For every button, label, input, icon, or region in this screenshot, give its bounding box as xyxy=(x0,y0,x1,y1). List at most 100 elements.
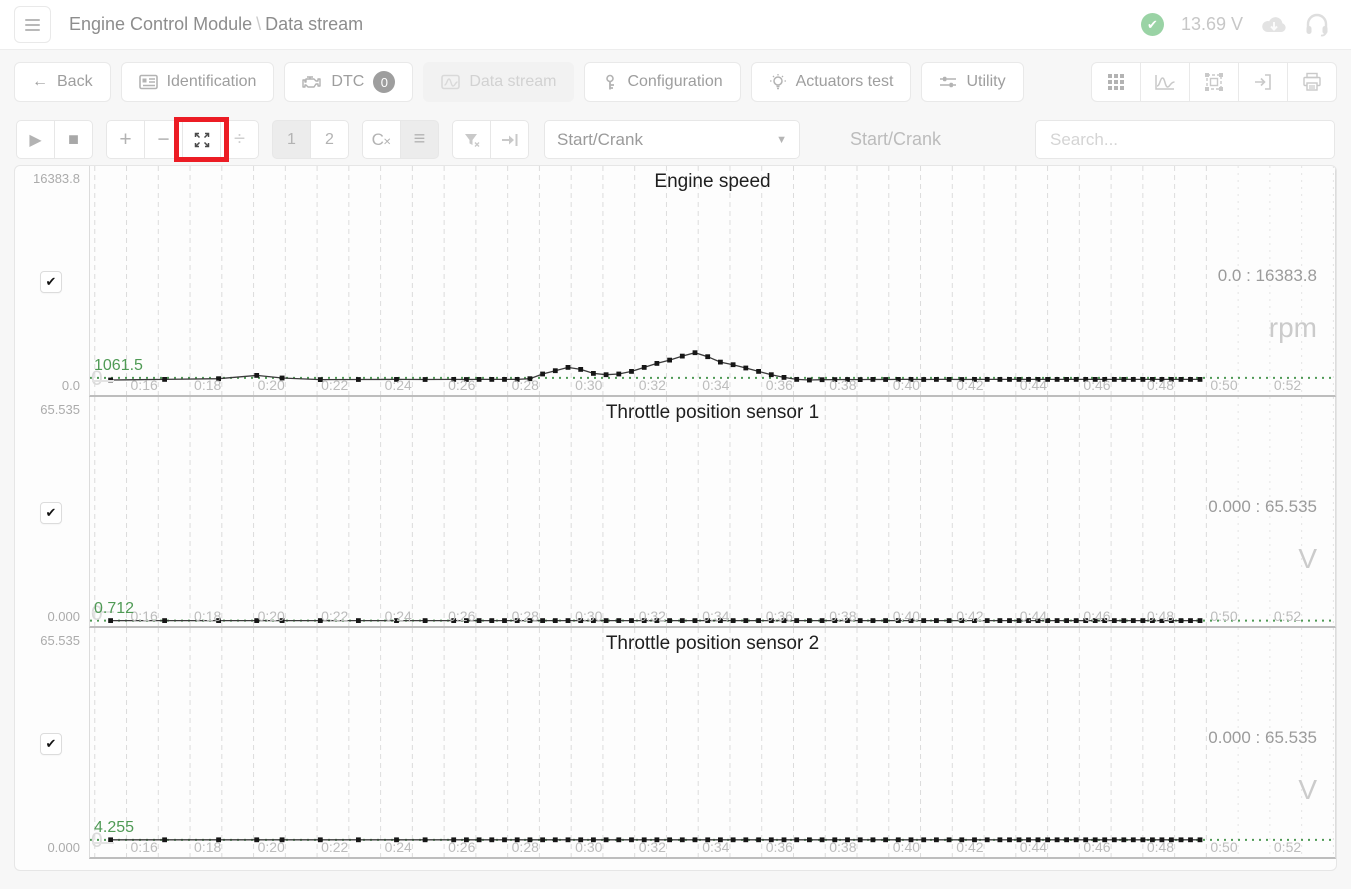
stop-button[interactable]: ■ xyxy=(54,120,93,159)
x-tick-label: 0:50 xyxy=(1210,839,1237,855)
x-tick-label: 0:26 xyxy=(448,608,475,624)
dtc-count-badge: 0 xyxy=(373,71,395,93)
chevron-down-icon: ▼ xyxy=(776,134,787,146)
breadcrumb: Engine Control Module\Data stream xyxy=(69,14,363,35)
x-tick-label: 0:50 xyxy=(1210,608,1237,624)
y-min-label: 0.000 xyxy=(47,609,80,624)
chart-canvas[interactable] xyxy=(90,628,1335,857)
chart-toolbar: ▶ ■ + − ÷ 1 2 C✕ ≡ Start/Crank ▼ Start/C… xyxy=(0,102,1351,159)
search-input[interactable] xyxy=(1035,120,1335,159)
page-1-button[interactable]: 1 xyxy=(272,120,311,159)
tab-utility[interactable]: Utility xyxy=(921,62,1023,102)
connection-ok-icon: ✔ xyxy=(1141,13,1164,36)
checkmark-icon: ✔ xyxy=(46,505,57,521)
chart-canvas[interactable] xyxy=(90,166,1335,395)
identification-icon xyxy=(139,74,158,90)
x-tick-label: 0:18 xyxy=(194,608,221,624)
zoom-out-button[interactable]: − xyxy=(144,120,183,159)
y-max-label: 65.535 xyxy=(40,633,80,648)
series-visibility-checkbox[interactable]: ✔ xyxy=(40,502,62,524)
arrow-to-bar-icon xyxy=(501,133,519,147)
chart-unit-label: V xyxy=(1298,774,1317,806)
configuration-icon xyxy=(602,74,618,91)
x-tick-label: 0:30 xyxy=(575,377,602,393)
stop-icon: ■ xyxy=(68,129,79,150)
x-tick-label: 0:34 xyxy=(702,377,729,393)
clear-filter-button[interactable] xyxy=(452,120,491,159)
menu-icon[interactable] xyxy=(14,6,51,43)
chart-row-tps1: 65.535 ✔ 0.000 Throttle position sensor … xyxy=(15,397,1336,628)
x-tick-label: 0:52 xyxy=(1274,608,1301,624)
x-tick-label: 0:46 xyxy=(1083,608,1110,624)
x-tick-label: 0:38 xyxy=(829,377,856,393)
x-tick-label: 0:26 xyxy=(448,377,475,393)
zoom-in-button[interactable]: + xyxy=(106,120,145,159)
x-tick-label: 0:48 xyxy=(1147,377,1174,393)
x-tick-label: 0:16 xyxy=(131,608,158,624)
chart-view-icon[interactable] xyxy=(1140,62,1190,102)
pid-select-dropdown[interactable]: Start/Crank ▼ xyxy=(544,120,800,159)
back-button[interactable]: ← Back xyxy=(14,62,111,102)
tab-data-stream[interactable]: Data stream xyxy=(423,62,574,102)
x-tick-label: 0:20 xyxy=(258,608,285,624)
split-view-button[interactable]: ÷ xyxy=(220,120,259,159)
x-tick-label: 0:28 xyxy=(512,377,539,393)
chart-plot-area[interactable]: Throttle position sensor 1 0.000 : 65.53… xyxy=(89,397,1336,628)
app-header: Engine Control Module\Data stream ✔ 13.6… xyxy=(0,0,1351,50)
go-to-end-button[interactable] xyxy=(490,120,529,159)
current-value-label: 0.712 xyxy=(94,600,134,618)
headphones-icon[interactable] xyxy=(1305,12,1329,38)
sliders-icon xyxy=(939,74,957,90)
chart-row-engine-speed: 16383.8 ✔ 0.0 Engine speed 0.0 : 16383.8… xyxy=(15,166,1336,397)
series-visibility-checkbox[interactable]: ✔ xyxy=(40,271,62,293)
chart-unit-label: V xyxy=(1298,543,1317,575)
chart-plot-area[interactable]: Throttle position sensor 2 0.000 : 65.53… xyxy=(89,628,1336,859)
x-tick-label: 0:22 xyxy=(321,839,348,855)
cursor-dash xyxy=(92,842,114,844)
chart-rail: 65.535 ✔ 0.000 xyxy=(15,628,89,859)
chart-row-tps2: 65.535 ✔ 0.000 Throttle position sensor … xyxy=(15,628,1336,859)
print-icon[interactable] xyxy=(1287,62,1337,102)
x-tick-label: 0:24 xyxy=(385,608,412,624)
x-tick-label: 0:34 xyxy=(702,608,729,624)
series-visibility-checkbox[interactable]: ✔ xyxy=(40,733,62,755)
tab-configuration[interactable]: Configuration xyxy=(584,62,740,102)
x-tick-label: 0:20 xyxy=(258,839,285,855)
chart-plot-area[interactable]: Engine speed 0.0 : 16383.8 rpm 1061.5 0 … xyxy=(89,166,1336,397)
grid-view-icon[interactable] xyxy=(1091,62,1141,102)
x-tick-label: 0:16 xyxy=(131,377,158,393)
x-tick-label: 0:22 xyxy=(321,377,348,393)
selected-pid-label: Start/Crank xyxy=(850,129,941,150)
x-tick-label: 0:32 xyxy=(639,377,666,393)
x-tick-label: 0:32 xyxy=(639,608,666,624)
list-view-button[interactable]: ≡ xyxy=(400,120,439,159)
view-switcher xyxy=(1092,62,1337,102)
x-tick-label: 0:36 xyxy=(766,377,793,393)
x-tick-label: 0:38 xyxy=(829,839,856,855)
filter-x-icon xyxy=(463,132,481,148)
current-value-label: 1061.5 xyxy=(94,357,143,375)
y-max-label: 65.535 xyxy=(40,402,80,417)
tab-actuators-test[interactable]: Actuators test xyxy=(751,62,912,102)
export-icon[interactable] xyxy=(1238,62,1288,102)
lightbulb-icon xyxy=(769,73,787,91)
cloud-download-icon[interactable] xyxy=(1260,14,1288,36)
tab-dtc[interactable]: DTC 0 xyxy=(284,62,413,102)
tab-identification[interactable]: Identification xyxy=(121,62,275,102)
y-min-label: 0.000 xyxy=(47,840,80,855)
x-tick-label: 0:36 xyxy=(766,839,793,855)
checkmark-icon: ✔ xyxy=(46,274,57,290)
reset-zoom-button[interactable]: C✕ xyxy=(362,120,401,159)
page-2-button[interactable]: 2 xyxy=(310,120,349,159)
menu-lines-icon: ≡ xyxy=(414,128,426,151)
tab-bar: ← Back Identification DTC 0 Data stream … xyxy=(0,50,1351,102)
fullscreen-button[interactable] xyxy=(182,120,221,159)
breadcrumb-page: Data stream xyxy=(265,14,363,34)
expand-icon xyxy=(194,132,210,148)
x-tick-label: 0:50 xyxy=(1210,377,1237,393)
x-tick-label: 0:42 xyxy=(956,608,983,624)
chart-canvas[interactable] xyxy=(90,397,1335,626)
x-tick-label: 0:52 xyxy=(1274,377,1301,393)
select-region-icon[interactable] xyxy=(1189,62,1239,102)
play-button[interactable]: ▶ xyxy=(16,120,55,159)
